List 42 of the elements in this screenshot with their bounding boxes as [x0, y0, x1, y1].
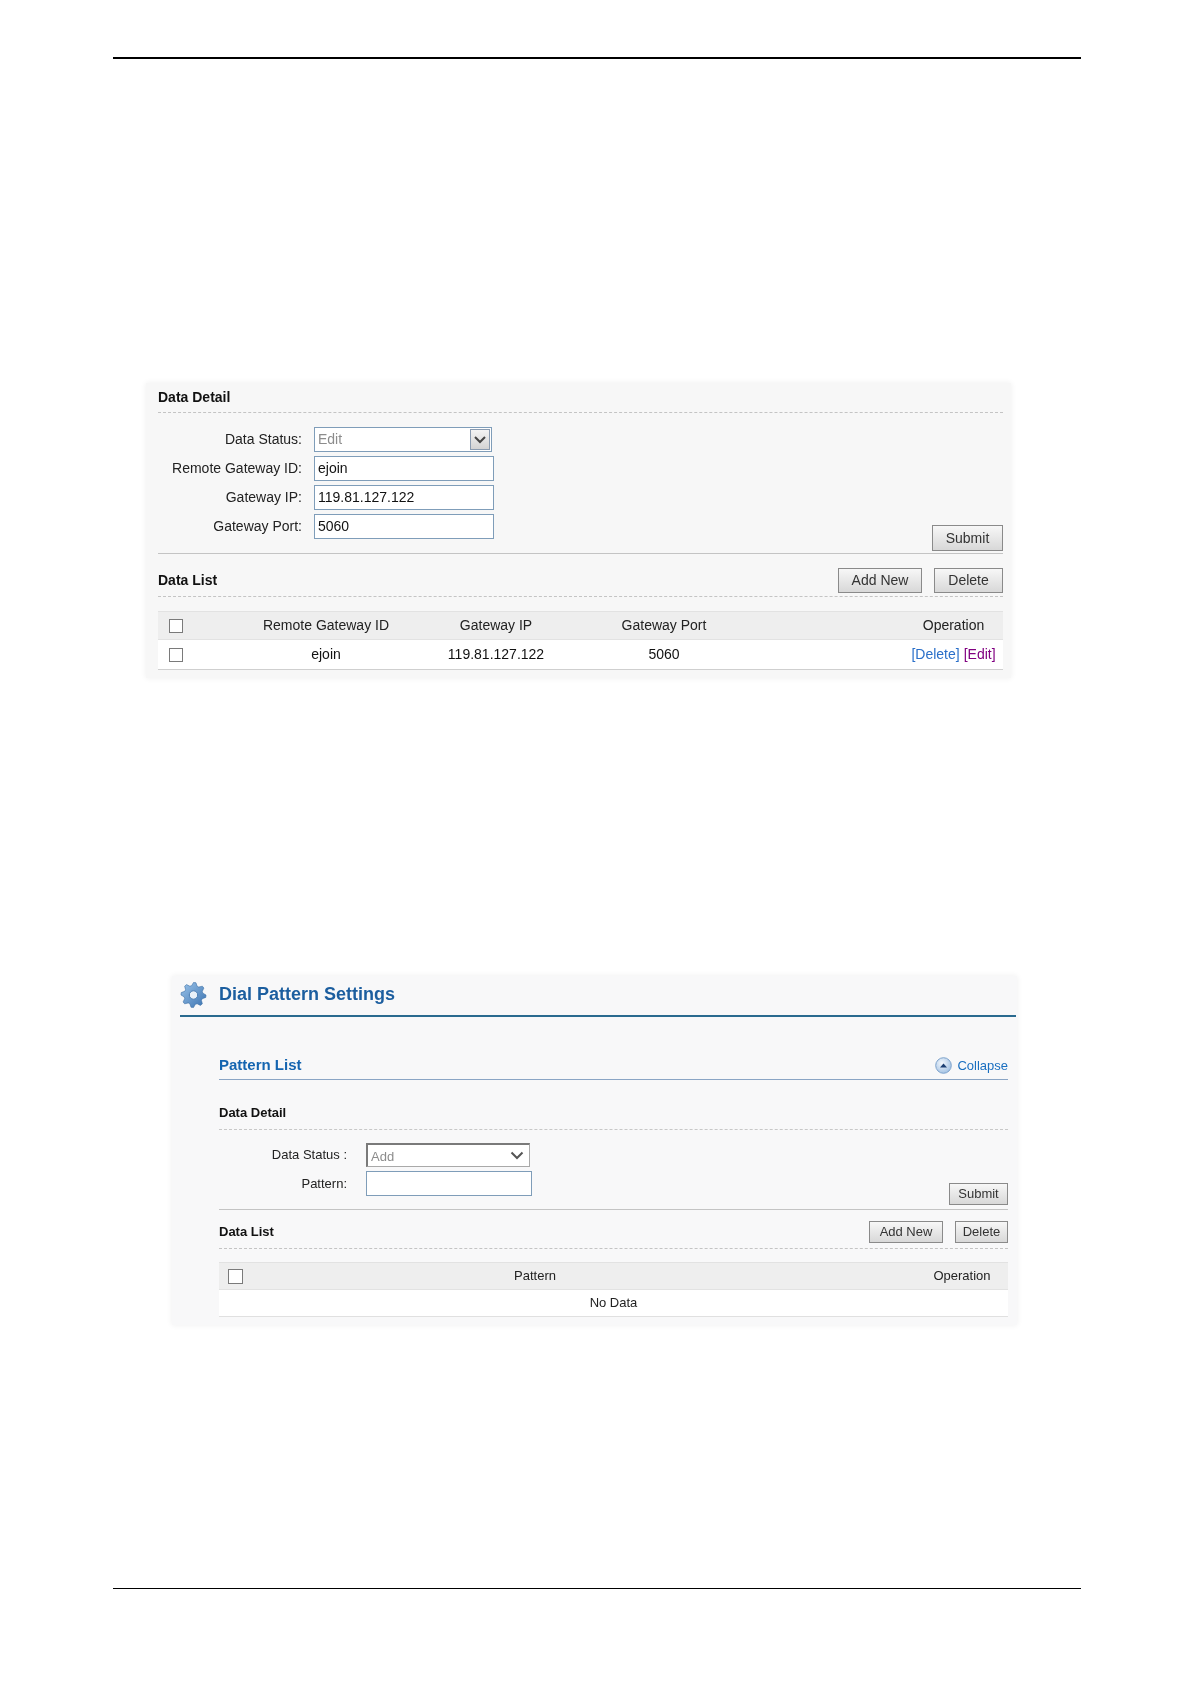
field-label: Remote Gateway ID:: [172, 459, 302, 478]
checkbox[interactable]: [169, 618, 183, 633]
table-cell-text: 5060: [648, 645, 680, 664]
add-new-button[interactable]: Add New: [869, 1221, 943, 1243]
input-field[interactable]: [366, 1171, 532, 1196]
delete-button[interactable]: Delete: [934, 568, 1003, 593]
column-header: Gateway Port: [621, 616, 707, 635]
field-label: Gateway Port:: [213, 517, 302, 536]
field-label: Pattern:: [301, 1174, 347, 1193]
chevron-down-icon: [470, 429, 490, 450]
column-header: Operation: [933, 1267, 991, 1286]
column-header: Operation: [922, 616, 985, 635]
field-label: Gateway IP:: [225, 488, 302, 507]
field-label: Data Status:: [224, 430, 302, 449]
edit-link[interactable]: [Edit]: [963, 644, 996, 665]
table-cell-text: ejoin: [311, 645, 341, 664]
input-field[interactable]: 119.81.127.122: [314, 485, 494, 510]
add-new-button[interactable]: Add New: [838, 568, 922, 593]
section-title: Data Detail: [219, 1104, 287, 1122]
input-field[interactable]: ejoin: [314, 456, 494, 481]
delete-link[interactable]: [Delete]: [911, 644, 960, 665]
field-label: Data Status :: [271, 1146, 347, 1165]
section-title: Data List: [158, 571, 218, 590]
checkbox[interactable]: [228, 1268, 243, 1284]
section-title: Data Detail: [158, 388, 231, 407]
up-arrow-circle-icon: [935, 1057, 953, 1074]
page-title: Dial Pattern Settings: [219, 983, 396, 1006]
submit-button[interactable]: Submit: [949, 1183, 1008, 1205]
column-header: Remote Gateway ID: [262, 616, 390, 635]
column-header: Pattern: [514, 1267, 556, 1286]
checkbox[interactable]: [169, 647, 183, 662]
chevron-down-icon: [510, 1151, 524, 1160]
section-title: Pattern List: [219, 1055, 302, 1076]
delete-button[interactable]: Delete: [955, 1221, 1008, 1243]
submit-button[interactable]: Submit: [932, 525, 1003, 551]
collapse-link[interactable]: Collapse: [935, 1055, 1008, 1076]
input-field[interactable]: 5060: [314, 514, 494, 539]
table-cell-text: 119.81.127.122: [447, 645, 545, 664]
section-title: Data List: [219, 1223, 274, 1242]
gear-icon: [180, 981, 207, 1008]
column-header: Gateway IP: [459, 616, 533, 635]
empty-message: No Data: [589, 1294, 638, 1313]
